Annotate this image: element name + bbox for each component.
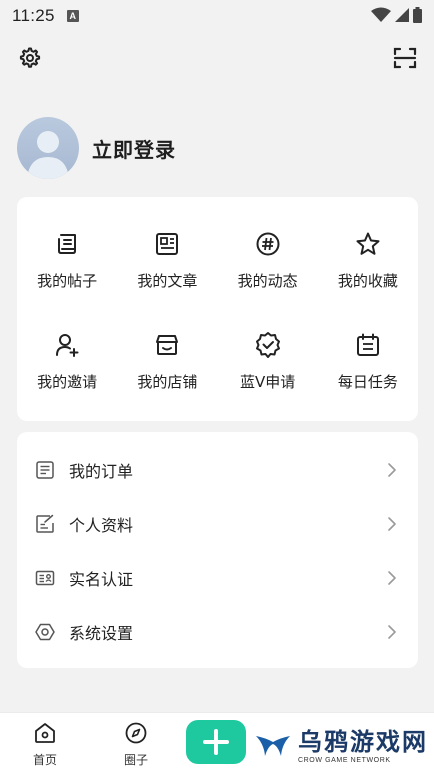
wifi-icon — [371, 7, 391, 22]
star-icon — [356, 232, 380, 255]
watermark-title: 乌鸦游戏网 — [298, 727, 428, 756]
hashtag-icon — [256, 232, 280, 256]
menu-item-real-name-verify[interactable]: 实名认证 — [17, 551, 418, 605]
login-link[interactable]: 立即登录 — [92, 134, 176, 163]
scan-button[interactable] — [391, 44, 419, 72]
menu-item-label: 系统设置 — [69, 624, 134, 643]
battery-icon — [413, 7, 422, 23]
plus-icon — [203, 729, 229, 755]
signal-icon — [395, 8, 409, 22]
menu-item-my-orders[interactable]: 我的订单 — [17, 443, 418, 497]
default-avatar-icon — [27, 131, 69, 179]
verified-badge-icon — [255, 332, 280, 358]
chevron-right-icon — [388, 625, 396, 639]
menu-item-system-settings[interactable]: 系统设置 — [17, 605, 418, 659]
invite-user-icon — [56, 334, 79, 357]
grid-item-daily-tasks[interactable]: 每日任务 — [318, 309, 418, 410]
grid-item-my-articles[interactable]: 我的文章 — [117, 208, 217, 309]
grid-item-my-activity[interactable]: 我的动态 — [218, 208, 318, 309]
watermark: 乌鸦游戏网 CROW GAME NETWORK — [254, 722, 432, 770]
watermark-subtitle: CROW GAME NETWORK — [298, 756, 391, 764]
menu-item-label: 实名认证 — [69, 570, 134, 589]
status-icons — [371, 7, 422, 23]
store-icon — [156, 335, 179, 355]
nav-circle[interactable]: 圈子 — [106, 721, 166, 768]
profile-section[interactable]: 立即登录 — [17, 117, 176, 179]
menu-item-label: 我的订单 — [69, 462, 134, 481]
home-icon — [35, 723, 55, 743]
grid-item-label: 蓝V申请 — [239, 373, 296, 391]
grid-item-label: 我的店铺 — [137, 373, 198, 391]
status-time: 11:25 — [12, 6, 55, 25]
grid-item-my-favorites[interactable]: 我的收藏 — [318, 208, 418, 309]
nav-home-label: 首页 — [32, 753, 57, 767]
id-card-icon — [35, 570, 55, 586]
gear-icon — [19, 47, 41, 68]
grid-item-label: 我的邀请 — [37, 373, 98, 391]
status-bar: 11:25 A — [0, 0, 434, 32]
menu-item-profile-info[interactable]: 个人资料 — [17, 497, 418, 551]
grid-item-my-store[interactable]: 我的店铺 — [117, 309, 217, 410]
order-list-icon — [36, 461, 54, 479]
nav-circle-label: 圈子 — [123, 753, 148, 767]
grid-item-label: 我的文章 — [137, 272, 198, 290]
chevron-right-icon — [388, 517, 396, 531]
grid-item-my-posts[interactable]: 我的帖子 — [17, 208, 117, 309]
scan-icon — [393, 47, 417, 69]
grid-item-label: 我的动态 — [237, 272, 298, 290]
grid-item-blue-v-apply[interactable]: 蓝V申请 — [218, 309, 318, 410]
grid-item-label: 每日任务 — [337, 373, 398, 391]
add-post-button[interactable] — [186, 720, 246, 764]
article-icon — [156, 233, 179, 255]
crow-logo-icon — [256, 736, 290, 756]
avatar[interactable] — [17, 117, 79, 179]
menu-item-label: 个人资料 — [69, 516, 134, 535]
notification-badge: A — [66, 10, 79, 22]
nav-home[interactable]: 首页 — [15, 721, 75, 768]
settings-hex-icon — [35, 623, 55, 641]
chevron-right-icon — [388, 571, 396, 585]
edit-profile-icon — [36, 514, 54, 533]
grid-item-label: 我的收藏 — [337, 272, 398, 290]
compass-icon — [125, 722, 147, 744]
calendar-icon — [356, 333, 379, 356]
feature-grid-card: 我的帖子 我的文章 我的动态 我的收藏 我的邀请 我的店铺 蓝V申请 每日任务 — [17, 197, 418, 421]
grid-item-label: 我的帖子 — [37, 272, 98, 290]
post-icon — [58, 234, 77, 254]
settings-button[interactable] — [15, 44, 43, 72]
menu-list-card: 我的订单 个人资料 实名认证 系统设置 — [17, 432, 418, 668]
grid-item-my-invites[interactable]: 我的邀请 — [17, 309, 117, 410]
chevron-right-icon — [388, 463, 396, 477]
